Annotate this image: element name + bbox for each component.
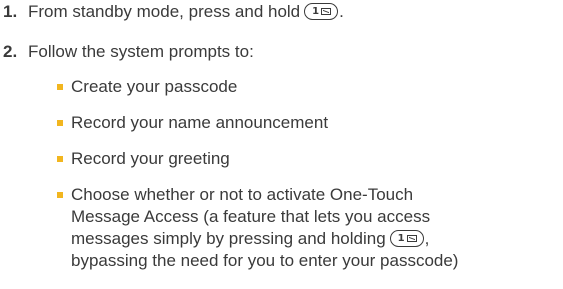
step-number: 2.	[3, 42, 18, 61]
square-bullet-icon	[57, 84, 63, 90]
step-suffix: .	[339, 2, 344, 21]
key-1-voicemail-icon: 1	[389, 230, 424, 247]
step-number: 1.	[3, 2, 18, 21]
square-bullet-icon	[57, 192, 63, 198]
key-1-voicemail-icon: 1	[304, 3, 339, 20]
step-text: From standby mode, press and hold	[28, 2, 301, 21]
instructions: 1. From standby mode, press and hold 1. 2…	[3, 2, 459, 270]
square-bullet-icon	[57, 156, 63, 162]
square-bullet-icon	[57, 120, 63, 126]
step-text: Follow the system prompts to:	[28, 42, 254, 61]
